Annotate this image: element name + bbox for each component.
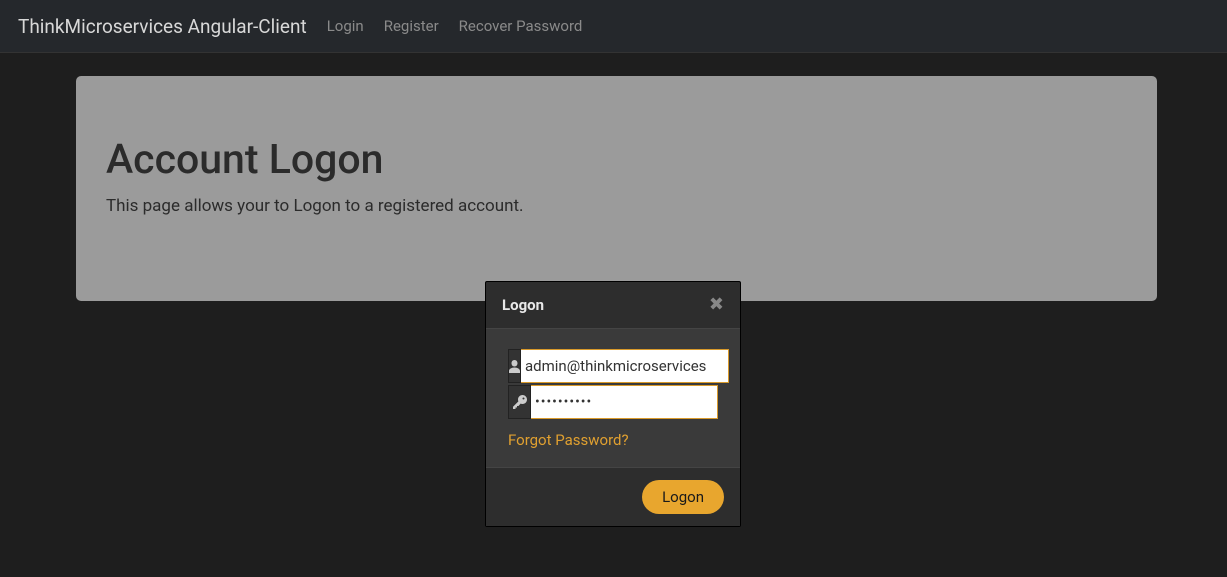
- modal-title: Logon: [502, 296, 544, 314]
- modal-footer: Logon: [486, 467, 740, 526]
- main-content: Account Logon This page allows your to L…: [0, 53, 1227, 301]
- page-subtitle: This page allows your to Logon to a regi…: [106, 196, 1127, 216]
- close-icon[interactable]: ✖: [709, 296, 724, 314]
- user-icon: [508, 349, 521, 383]
- key-icon: [508, 385, 531, 419]
- email-field[interactable]: [521, 349, 729, 383]
- logon-modal: Logon ✖ Forgot Password? Logon: [485, 281, 741, 527]
- email-input-group: [508, 349, 718, 383]
- password-input-group: [508, 385, 718, 419]
- forgot-password-link[interactable]: Forgot Password?: [508, 431, 629, 449]
- jumbotron: Account Logon This page allows your to L…: [76, 76, 1157, 301]
- navbar-brand[interactable]: ThinkMicroservices Angular-Client: [18, 15, 307, 38]
- modal-body: Forgot Password?: [486, 329, 740, 467]
- nav-link-register[interactable]: Register: [384, 17, 439, 35]
- navbar-links: Login Register Recover Password: [327, 17, 583, 35]
- navbar: ThinkMicroservices Angular-Client Login …: [0, 0, 1227, 53]
- nav-link-login[interactable]: Login: [327, 17, 364, 35]
- password-field[interactable]: [531, 385, 718, 419]
- nav-link-recover-password[interactable]: Recover Password: [459, 17, 583, 35]
- logon-button[interactable]: Logon: [642, 480, 724, 514]
- modal-header: Logon ✖: [486, 282, 740, 329]
- page-title: Account Logon: [106, 136, 1127, 184]
